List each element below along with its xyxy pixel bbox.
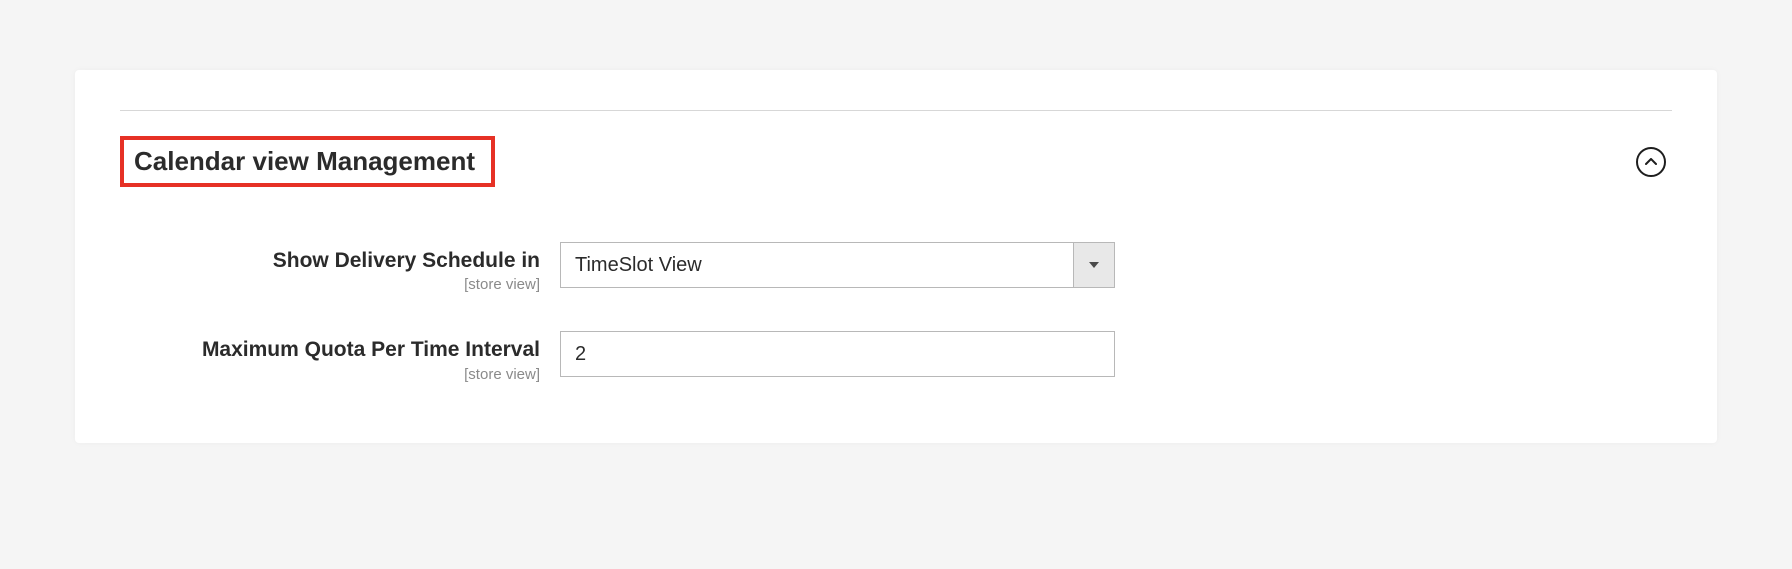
delivery-schedule-label: Show Delivery Schedule in	[120, 248, 540, 274]
max-quota-input[interactable]	[560, 331, 1115, 377]
delivery-schedule-scope: [store view]	[120, 276, 540, 293]
control-col	[560, 331, 1115, 377]
collapse-toggle[interactable]	[1636, 147, 1666, 177]
select-arrow-button[interactable]	[1073, 242, 1115, 288]
max-quota-label: Maximum Quota Per Time Interval	[120, 337, 540, 363]
divider	[120, 110, 1672, 111]
control-col: TimeSlot View	[560, 242, 1115, 288]
label-col: Show Delivery Schedule in [store view]	[120, 242, 560, 293]
form-body: Show Delivery Schedule in [store view] T…	[120, 242, 1672, 383]
section-title: Calendar view Management	[134, 146, 475, 176]
chevron-up-icon	[1645, 158, 1657, 166]
max-quota-scope: [store view]	[120, 366, 540, 383]
section-header[interactable]: Calendar view Management	[120, 136, 1672, 187]
delivery-schedule-value[interactable]: TimeSlot View	[560, 242, 1115, 288]
row-delivery-schedule: Show Delivery Schedule in [store view] T…	[120, 242, 1672, 293]
row-max-quota: Maximum Quota Per Time Interval [store v…	[120, 331, 1672, 382]
caret-down-icon	[1089, 262, 1099, 268]
label-col: Maximum Quota Per Time Interval [store v…	[120, 331, 560, 382]
config-panel: Calendar view Management Show Delivery S…	[75, 70, 1717, 443]
delivery-schedule-select[interactable]: TimeSlot View	[560, 242, 1115, 288]
section-title-highlight: Calendar view Management	[120, 136, 495, 187]
